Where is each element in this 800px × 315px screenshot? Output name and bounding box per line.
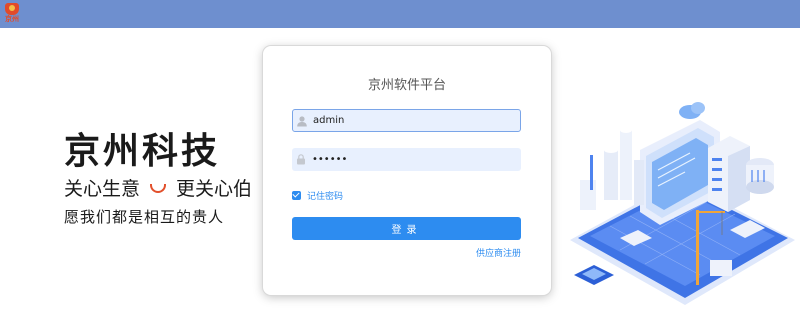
username-input[interactable] (313, 110, 513, 131)
user-icon (297, 116, 307, 127)
logo-icon (5, 3, 19, 15)
remember-label[interactable]: 记住密码 (307, 189, 343, 202)
smile-icon (150, 183, 167, 193)
login-title: 京州软件平台 (367, 78, 446, 93)
supplier-register-link[interactable]: 供应商注册 (476, 246, 521, 259)
password-input[interactable] (312, 148, 512, 171)
brand-title: 京州科技 (64, 131, 221, 172)
company-logo[interactable]: 京州 (2, 2, 22, 24)
slogan: 关心生意 更关心伯 (64, 178, 252, 200)
password-field[interactable] (292, 148, 521, 171)
slogan-left: 关心生意 (64, 178, 141, 200)
slogan-right: 更关心伯 (176, 178, 253, 200)
tech-illustration (570, 102, 795, 305)
logo-text: 京州 (5, 14, 19, 23)
login-button[interactable]: 登录 (292, 217, 521, 240)
remember-checkbox[interactable] (292, 190, 301, 200)
login-card: 京州软件平台 记住密码 登录 供应商注册 (263, 46, 551, 295)
remember-password[interactable]: 记住密码 (292, 189, 343, 202)
username-field[interactable] (292, 109, 521, 132)
top-bar: 京州 (0, 0, 800, 28)
motto: 愿我们都是相互的贵人 (64, 208, 225, 226)
lock-icon (297, 154, 305, 165)
